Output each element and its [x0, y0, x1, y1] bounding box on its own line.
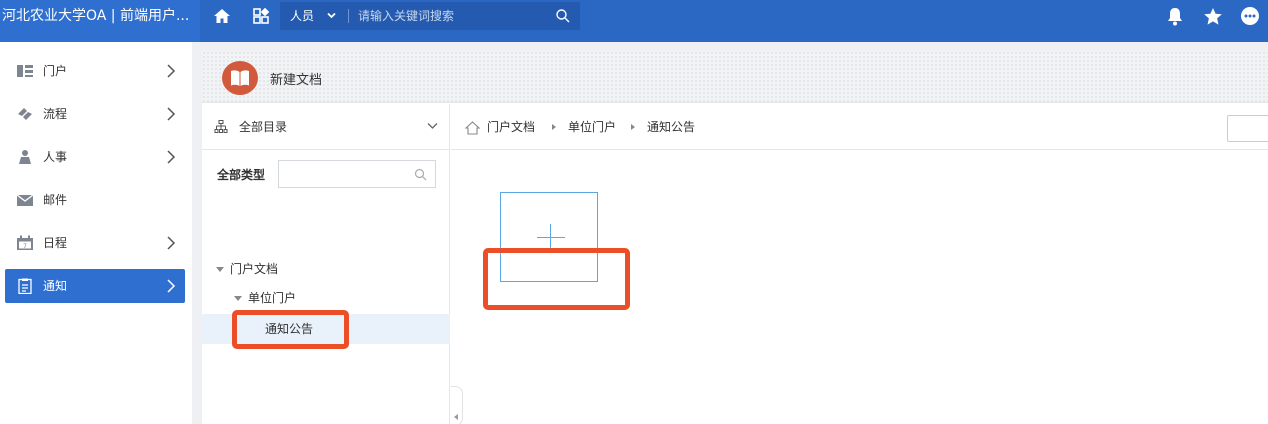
chevron-down-icon[interactable]	[327, 12, 336, 19]
collapse-panel-handle[interactable]	[451, 386, 463, 424]
nav-item-notice[interactable]: 通知	[5, 269, 185, 303]
star-icon[interactable]	[1199, 4, 1227, 28]
chevron-right-icon	[167, 64, 176, 78]
search-icon[interactable]	[555, 8, 571, 24]
home-icon[interactable]	[465, 121, 480, 135]
catalog-select[interactable]: 全部目录	[202, 104, 450, 150]
apps-icon[interactable]	[247, 4, 275, 28]
home-icon[interactable]	[208, 4, 236, 28]
main-panel: 新建文档 全部目录 全部类型 门户文档 单位门户 通知公告 门户文档 单位门户 …	[202, 51, 1268, 424]
nav-label: 邮件	[43, 193, 68, 207]
flow-icon	[18, 108, 32, 120]
toolbar-button[interactable]	[1227, 115, 1268, 142]
hierarchy-icon	[214, 120, 228, 133]
global-search: 人员	[280, 2, 580, 30]
bell-icon[interactable]	[1161, 4, 1189, 28]
caret-down-icon[interactable]	[216, 267, 224, 272]
breadcrumb: 门户文档 单位门户 通知公告	[451, 104, 1268, 150]
nav-label: 通知	[43, 279, 68, 293]
nav-item-hr[interactable]: 人事	[5, 140, 185, 174]
page-header: 新建文档	[202, 51, 1268, 103]
book-icon	[222, 61, 258, 95]
tree-node-label: 门户文档	[230, 262, 279, 276]
more-icon[interactable]	[1236, 4, 1264, 28]
annotation-highlight-tree	[232, 310, 349, 349]
search-icon[interactable]	[414, 168, 427, 181]
breadcrumb-item[interactable]: 单位门户	[568, 104, 616, 150]
mail-icon	[16, 194, 34, 206]
left-nav: 门户 流程 人事 邮件 7 日程 通知	[0, 42, 192, 424]
category-tree-panel: 全部目录 全部类型 门户文档 单位门户 通知公告	[202, 104, 450, 424]
catalog-label: 全部目录	[239, 120, 288, 134]
chevron-right-icon	[167, 279, 176, 293]
nav-item-calendar[interactable]: 7 日程	[5, 226, 185, 260]
chevron-right-icon	[167, 236, 176, 250]
nav-label: 门户	[43, 64, 68, 78]
caret-down-icon[interactable]	[234, 296, 242, 301]
tree-node-unit-portal[interactable]: 单位门户	[234, 287, 296, 309]
caret-right-icon	[631, 124, 635, 130]
person-icon	[19, 150, 31, 164]
caret-right-icon	[552, 124, 556, 130]
search-divider	[348, 9, 349, 23]
type-filter-label: 全部类型	[217, 168, 266, 182]
caret-left-icon	[454, 414, 458, 420]
nav-item-flow[interactable]: 流程	[5, 97, 185, 131]
calendar-icon: 7	[17, 235, 33, 250]
page-title: 新建文档	[270, 73, 323, 88]
type-filter-input[interactable]	[278, 160, 436, 188]
nav-label: 流程	[43, 107, 68, 121]
nav-label: 日程	[43, 236, 68, 250]
content-area: 门户文档 单位门户 通知公告	[451, 104, 1268, 424]
nav-label: 人事	[43, 150, 68, 164]
tree-node-label: 单位门户	[248, 291, 297, 305]
portal-icon	[17, 65, 33, 77]
app-title[interactable]: 河北农业大学OA | 前端用户...	[0, 0, 200, 42]
search-input[interactable]	[358, 6, 548, 26]
chevron-right-icon	[167, 150, 176, 164]
plus-icon	[537, 237, 565, 238]
notice-icon	[18, 278, 32, 294]
top-bar: 河北农业大学OA | 前端用户... 人员	[0, 0, 1268, 42]
search-scope-select[interactable]: 人员	[290, 2, 314, 30]
nav-item-portal[interactable]: 门户	[5, 54, 185, 88]
chevron-down-icon[interactable]	[427, 122, 438, 130]
nav-item-mail[interactable]: 邮件	[5, 183, 185, 217]
chevron-right-icon	[167, 107, 176, 121]
breadcrumb-item[interactable]: 通知公告	[647, 104, 695, 150]
breadcrumb-item[interactable]: 门户文档	[487, 104, 535, 150]
annotation-highlight-add	[483, 248, 630, 310]
svg-text:7: 7	[23, 243, 27, 250]
tree-node-portal-docs[interactable]: 门户文档	[216, 258, 278, 280]
